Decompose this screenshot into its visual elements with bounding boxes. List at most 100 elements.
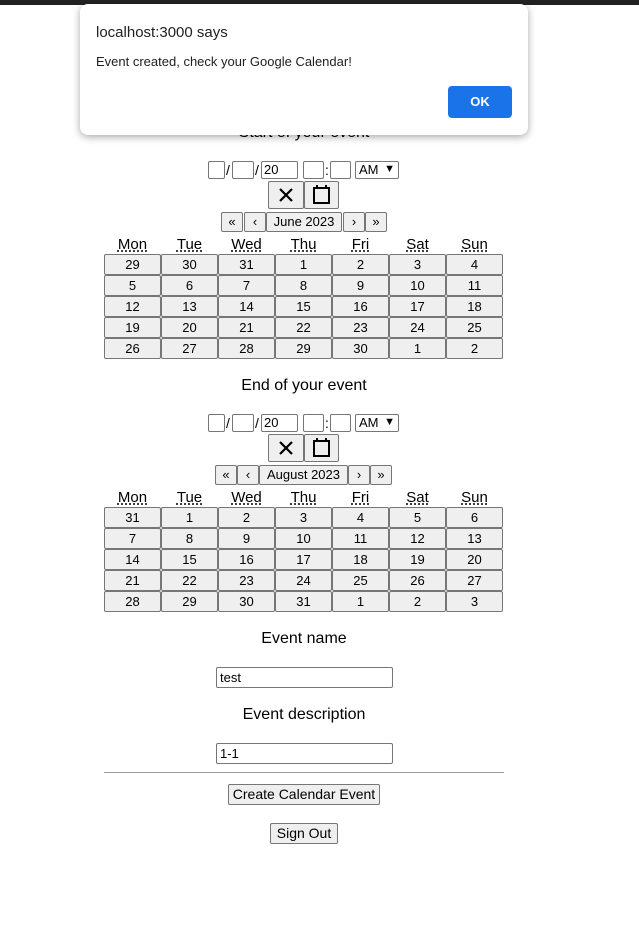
end-day-tile[interactable]: 23 — [218, 570, 275, 591]
end-day-tile[interactable]: 24 — [275, 570, 332, 591]
end-day-tile[interactable]: 26 — [389, 570, 446, 591]
start-day-tile[interactable]: 3 — [389, 254, 446, 275]
end-day-tile[interactable]: 2 — [389, 591, 446, 612]
end-month-field[interactable] — [208, 414, 225, 432]
start-day-tile[interactable]: 12 — [104, 296, 161, 317]
end-next-month-button[interactable]: › — [348, 465, 370, 485]
end-day-tile[interactable]: 3 — [446, 591, 503, 612]
end-minute-field[interactable] — [330, 414, 351, 432]
start-day-tile[interactable]: 7 — [218, 275, 275, 296]
event-name-input[interactable]: test — [216, 667, 393, 688]
start-day-tile[interactable]: 4 — [446, 254, 503, 275]
start-day-tile[interactable]: 11 — [446, 275, 503, 296]
end-month-label-button[interactable]: August 2023 — [259, 465, 348, 485]
end-day-tile[interactable]: 11 — [332, 528, 389, 549]
start-day-tile[interactable]: 10 — [389, 275, 446, 296]
end-day-tile[interactable]: 31 — [104, 507, 161, 528]
end-day-tile[interactable]: 13 — [446, 528, 503, 549]
start-month-label-button[interactable]: June 2023 — [266, 212, 342, 232]
start-day-tile[interactable]: 30 — [161, 254, 218, 275]
start-day-tile[interactable]: 22 — [275, 317, 332, 338]
end-prev-month-button[interactable]: ‹ — [237, 465, 259, 485]
end-day-tile[interactable]: 22 — [161, 570, 218, 591]
start-day-tile[interactable]: 18 — [446, 296, 503, 317]
start-ampm-select[interactable]: AM ▼ — [355, 161, 399, 179]
start-day-tile[interactable]: 23 — [332, 317, 389, 338]
start-prev-year-button[interactable]: « — [221, 212, 243, 232]
start-day-tile[interactable]: 9 — [332, 275, 389, 296]
end-day-tile[interactable]: 18 — [332, 549, 389, 570]
end-day-tile[interactable]: 7 — [104, 528, 161, 549]
end-day-tile[interactable]: 25 — [332, 570, 389, 591]
end-calendar-button[interactable] — [304, 434, 339, 462]
start-next-year-button[interactable]: » — [365, 212, 387, 232]
start-day-tile[interactable]: 1 — [389, 338, 446, 359]
dialog-ok-button[interactable]: OK — [448, 86, 512, 118]
end-day-tile[interactable]: 20 — [446, 549, 503, 570]
start-hour-field[interactable] — [303, 161, 324, 179]
start-day-tile[interactable]: 13 — [161, 296, 218, 317]
start-day-tile[interactable]: 21 — [218, 317, 275, 338]
end-next-year-button[interactable]: » — [370, 465, 392, 485]
sign-out-button[interactable]: Sign Out — [270, 823, 338, 844]
start-day-tile[interactable]: 28 — [218, 338, 275, 359]
start-day-tile[interactable]: 8 — [275, 275, 332, 296]
start-prev-month-button[interactable]: ‹ — [244, 212, 266, 232]
end-day-tile[interactable]: 30 — [218, 591, 275, 612]
start-day-tile[interactable]: 20 — [161, 317, 218, 338]
start-day-tile[interactable]: 6 — [161, 275, 218, 296]
start-day-tile[interactable]: 17 — [389, 296, 446, 317]
start-day-tile[interactable]: 29 — [275, 338, 332, 359]
end-ampm-select[interactable]: AM ▼ — [355, 414, 399, 432]
start-year-field[interactable]: 20 — [261, 161, 298, 179]
end-day-tile[interactable]: 5 — [389, 507, 446, 528]
end-day-tile[interactable]: 19 — [389, 549, 446, 570]
end-hour-field[interactable] — [303, 414, 324, 432]
start-day-tile[interactable]: 19 — [104, 317, 161, 338]
end-day-tile[interactable]: 1 — [161, 507, 218, 528]
end-clear-button[interactable] — [268, 434, 304, 462]
start-day-tile[interactable]: 15 — [275, 296, 332, 317]
end-day-tile[interactable]: 14 — [104, 549, 161, 570]
start-day-tile[interactable]: 16 — [332, 296, 389, 317]
start-day-tile[interactable]: 31 — [218, 254, 275, 275]
end-day-tile[interactable]: 8 — [161, 528, 218, 549]
end-year-field[interactable]: 20 — [261, 414, 298, 432]
start-day-tile[interactable]: 1 — [275, 254, 332, 275]
create-calendar-event-button[interactable]: Create Calendar Event — [228, 784, 380, 805]
end-day-field[interactable] — [232, 414, 254, 432]
start-day-tile[interactable]: 29 — [104, 254, 161, 275]
end-day-tile[interactable]: 27 — [446, 570, 503, 591]
start-day-tile[interactable]: 30 — [332, 338, 389, 359]
end-day-tile[interactable]: 10 — [275, 528, 332, 549]
end-day-tile[interactable]: 16 — [218, 549, 275, 570]
start-day-tile[interactable]: 25 — [446, 317, 503, 338]
end-day-tile[interactable]: 3 — [275, 507, 332, 528]
end-prev-year-button[interactable]: « — [215, 465, 237, 485]
start-day-tile[interactable]: 26 — [104, 338, 161, 359]
end-day-tile[interactable]: 12 — [389, 528, 446, 549]
end-day-tile[interactable]: 17 — [275, 549, 332, 570]
start-minute-field[interactable] — [330, 161, 351, 179]
event-description-input[interactable]: 1-1 — [216, 743, 393, 764]
end-day-tile[interactable]: 28 — [104, 591, 161, 612]
end-day-tile[interactable]: 4 — [332, 507, 389, 528]
end-day-tile[interactable]: 29 — [161, 591, 218, 612]
end-day-tile[interactable]: 1 — [332, 591, 389, 612]
end-day-tile[interactable]: 31 — [275, 591, 332, 612]
start-day-field[interactable] — [232, 161, 254, 179]
start-month-field[interactable] — [208, 161, 225, 179]
start-day-tile[interactable]: 2 — [446, 338, 503, 359]
start-clear-button[interactable] — [268, 181, 304, 209]
start-day-tile[interactable]: 27 — [161, 338, 218, 359]
start-calendar-button[interactable] — [304, 181, 339, 209]
start-day-tile[interactable]: 24 — [389, 317, 446, 338]
start-day-tile[interactable]: 14 — [218, 296, 275, 317]
end-day-tile[interactable]: 2 — [218, 507, 275, 528]
end-day-tile[interactable]: 9 — [218, 528, 275, 549]
end-day-tile[interactable]: 15 — [161, 549, 218, 570]
end-day-tile[interactable]: 21 — [104, 570, 161, 591]
end-day-tile[interactable]: 6 — [446, 507, 503, 528]
start-next-month-button[interactable]: › — [343, 212, 365, 232]
start-day-tile[interactable]: 5 — [104, 275, 161, 296]
